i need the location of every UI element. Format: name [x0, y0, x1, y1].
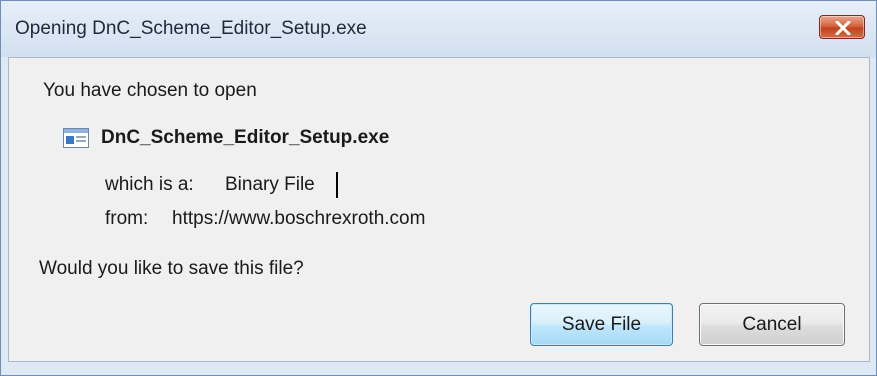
source-label: from: — [105, 208, 149, 229]
file-type-value: Binary File — [225, 174, 315, 195]
download-dialog-window: Opening DnC_Scheme_Editor_Setup.exe You … — [0, 0, 877, 376]
save-file-button[interactable]: Save File — [530, 303, 673, 346]
cancel-button[interactable]: Cancel — [699, 303, 845, 346]
dialog-body: You have chosen to open DnC_Scheme_Edito… — [8, 57, 870, 362]
file-name: DnC_Scheme_Editor_Setup.exe — [101, 127, 390, 148]
close-icon — [835, 21, 851, 35]
intro-text: You have chosen to open — [43, 80, 257, 101]
close-button[interactable] — [819, 15, 865, 39]
file-type-label: which is a: — [105, 174, 194, 195]
source-url: https://www.boschrexroth.com — [172, 208, 426, 229]
title-bar[interactable]: Opening DnC_Scheme_Editor_Setup.exe — [1, 1, 876, 57]
save-question: Would you like to save this file? — [39, 258, 304, 279]
text-cursor — [336, 172, 338, 198]
executable-window-icon — [63, 128, 89, 148]
window-title: Opening DnC_Scheme_Editor_Setup.exe — [15, 18, 367, 39]
